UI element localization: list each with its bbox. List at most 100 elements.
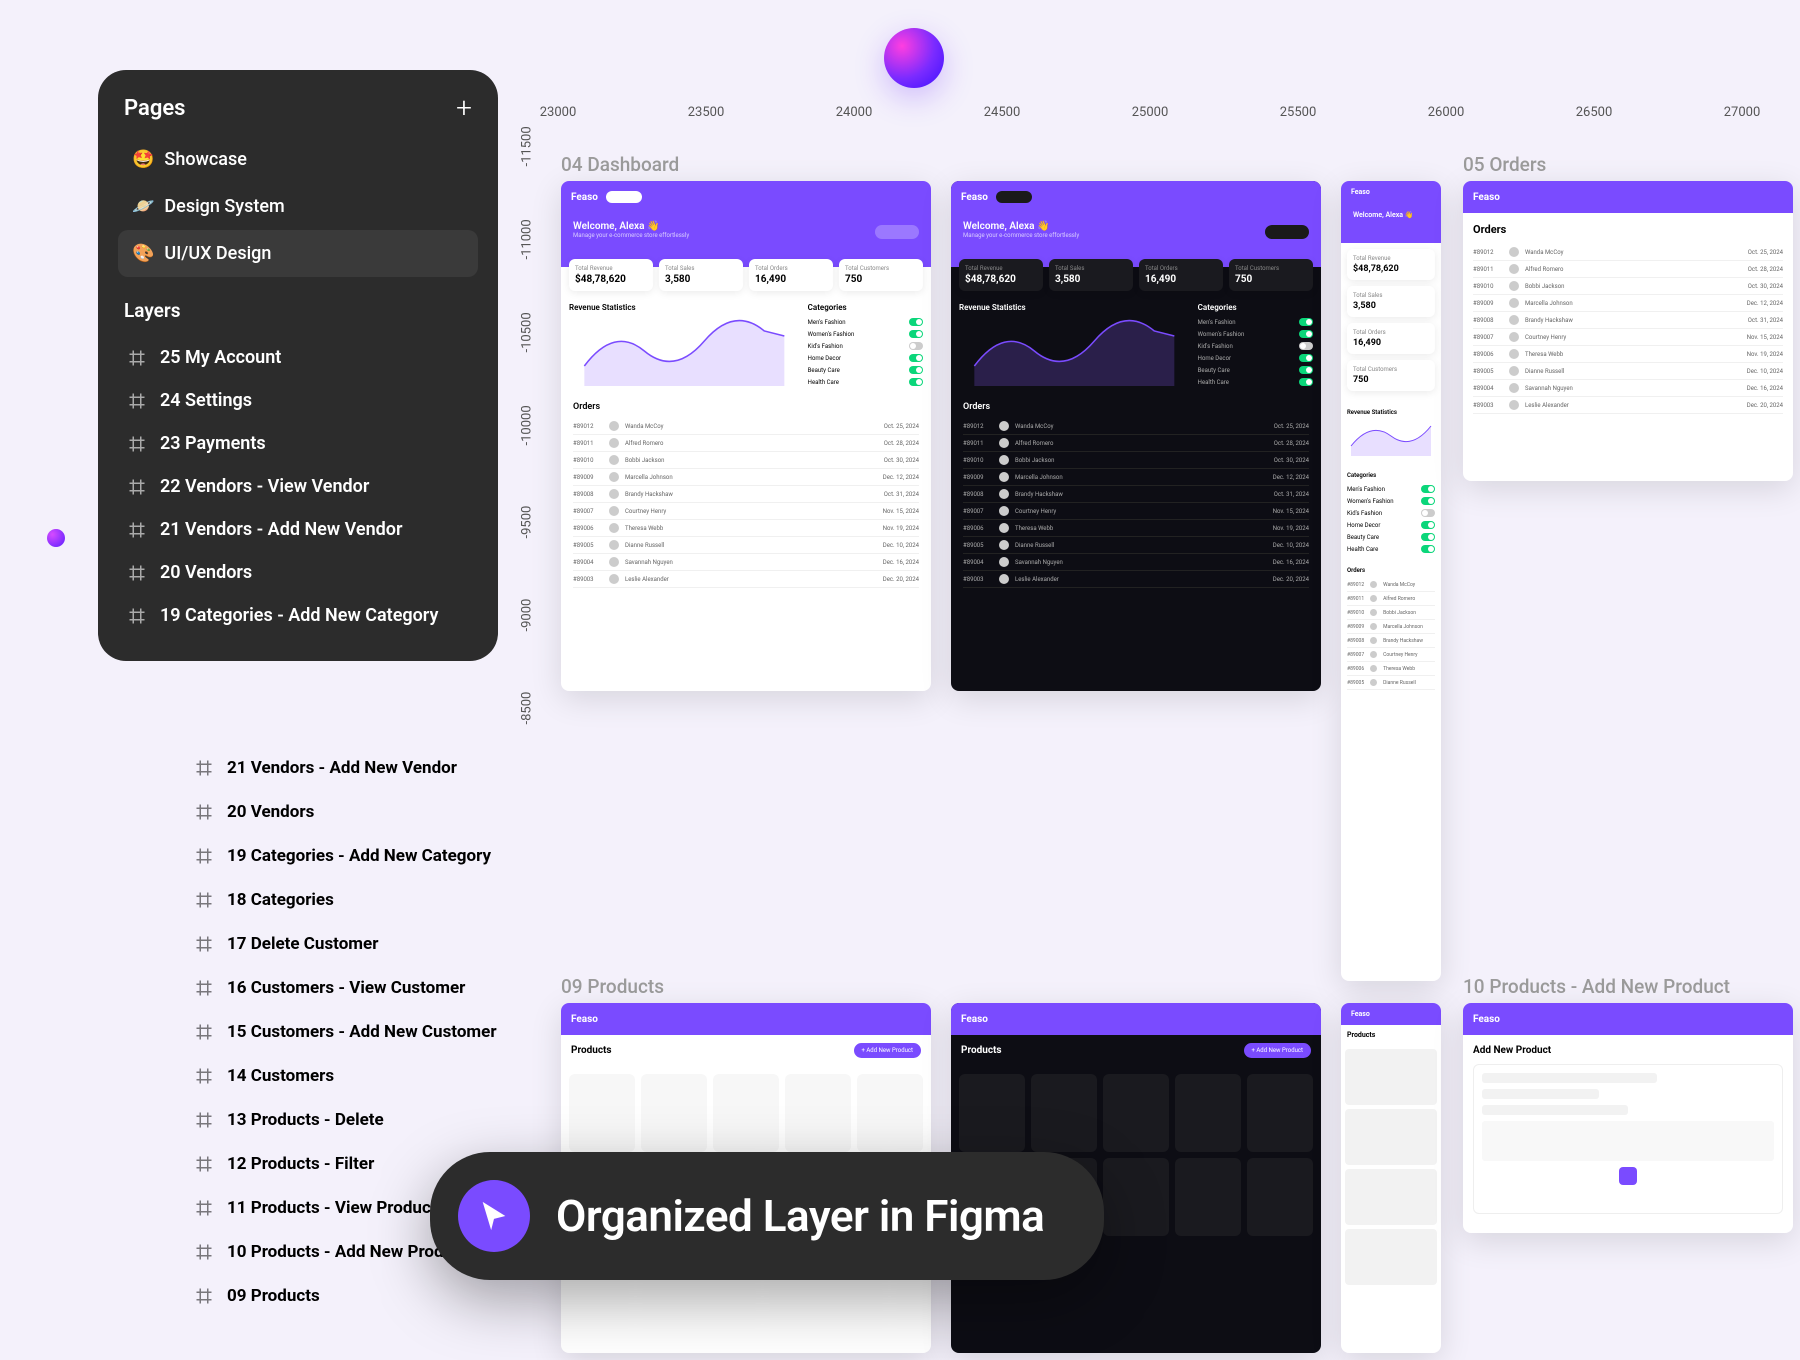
toggle[interactable]: [909, 318, 923, 326]
product-card[interactable]: [713, 1074, 779, 1152]
order-row[interactable]: #89005Dianne Russell: [1347, 676, 1435, 690]
layer-item[interactable]: 20 Vendors: [185, 790, 545, 834]
toggle[interactable]: [909, 378, 923, 386]
order-row[interactable]: #89009Marcella JohnsonDec. 12, 2024: [573, 469, 919, 486]
product-card[interactable]: [1345, 1109, 1437, 1165]
product-card[interactable]: [785, 1074, 851, 1152]
product-card[interactable]: [1345, 1229, 1437, 1285]
page-item-showcase[interactable]: 🤩 Showcase: [118, 136, 478, 183]
order-row[interactable]: #89009Marcella JohnsonDec. 12, 2024: [963, 469, 1309, 486]
product-card[interactable]: [959, 1074, 1025, 1152]
order-row[interactable]: #89003Leslie AlexanderDec. 20, 2024: [573, 571, 919, 588]
layer-item[interactable]: 22 Vendors - View Vendor: [118, 465, 478, 508]
order-row[interactable]: #89003Leslie AlexanderDec. 20, 2024: [963, 571, 1309, 588]
order-row[interactable]: #89011Alfred Romero: [1347, 592, 1435, 606]
product-card[interactable]: [1103, 1074, 1169, 1152]
order-row[interactable]: #89007Courtney HenryNov. 15, 2024: [963, 503, 1309, 520]
toggle[interactable]: [1299, 378, 1313, 386]
order-row[interactable]: #89010Bobbi Jackson: [1347, 606, 1435, 620]
add-product-button[interactable]: + Add New Product: [854, 1043, 922, 1058]
layer-item[interactable]: 20 Vendors: [118, 551, 478, 594]
frame-dashboard-light[interactable]: Feaso Welcome, Alexa 👋 Manage your e-com…: [561, 181, 931, 691]
order-row[interactable]: #89011Alfred RomeroOct. 28, 2024: [963, 435, 1309, 452]
layer-item[interactable]: 16 Customers - View Customer: [185, 966, 545, 1010]
toggle[interactable]: [1299, 330, 1313, 338]
download-button[interactable]: [1265, 225, 1309, 239]
product-card[interactable]: [1175, 1074, 1241, 1152]
order-row[interactable]: #89008Brandy HackshawOct. 31, 2024: [1473, 312, 1783, 329]
order-row[interactable]: #89012Wanda McCoy: [1347, 578, 1435, 592]
frame-products-mobile[interactable]: Feaso Products: [1341, 1003, 1441, 1353]
frame-orders[interactable]: Feaso Orders #89012Wanda McCoyOct. 25, 2…: [1463, 181, 1793, 481]
order-row[interactable]: #89009Marcella JohnsonDec. 12, 2024: [1473, 295, 1783, 312]
toggle[interactable]: [909, 330, 923, 338]
layer-item[interactable]: 19 Categories - Add New Category: [185, 834, 545, 878]
order-row[interactable]: #89008Brandy HackshawOct. 31, 2024: [573, 486, 919, 503]
toggle[interactable]: [909, 354, 923, 362]
layer-item[interactable]: 24 Settings: [118, 379, 478, 422]
order-row[interactable]: #89004Savannah NguyenDec. 16, 2024: [963, 554, 1309, 571]
order-row[interactable]: #89008Brandy Hackshaw: [1347, 634, 1435, 648]
order-row[interactable]: #89006Theresa WebbNov. 19, 2024: [573, 520, 919, 537]
order-row[interactable]: #89006Theresa WebbNov. 19, 2024: [963, 520, 1309, 537]
layer-item[interactable]: 13 Products - Delete: [185, 1098, 545, 1142]
toggle[interactable]: [1421, 545, 1435, 553]
order-row[interactable]: #89004Savannah NguyenDec. 16, 2024: [573, 554, 919, 571]
product-card[interactable]: [1247, 1158, 1313, 1236]
order-row[interactable]: #89008Brandy HackshawOct. 31, 2024: [963, 486, 1309, 503]
toggle[interactable]: [1421, 485, 1435, 493]
layer-item[interactable]: 14 Customers: [185, 1054, 545, 1098]
order-row[interactable]: #89005Dianne RussellDec. 10, 2024: [1473, 363, 1783, 380]
add-product-button[interactable]: + Add New Product: [1244, 1043, 1312, 1058]
frame-dashboard-mobile[interactable]: Feaso Welcome, Alexa 👋 Total Revenue$48,…: [1341, 181, 1441, 981]
order-row[interactable]: #89010Bobbi JacksonOct. 30, 2024: [1473, 278, 1783, 295]
toggle[interactable]: [1421, 509, 1435, 517]
order-row[interactable]: #89004Savannah NguyenDec. 16, 2024: [1473, 380, 1783, 397]
layer-item[interactable]: 23 Payments: [118, 422, 478, 465]
toggle[interactable]: [1299, 354, 1313, 362]
page-item-design-system[interactable]: 🪐 Design System: [118, 183, 478, 230]
layer-item[interactable]: 17 Delete Customer: [185, 922, 545, 966]
layer-item[interactable]: 21 Vendors - Add New Vendor: [118, 508, 478, 551]
layer-item[interactable]: 21 Vendors - Add New Vendor: [185, 746, 545, 790]
order-row[interactable]: #89007Courtney Henry: [1347, 648, 1435, 662]
frame-dashboard-dark[interactable]: Feaso Welcome, Alexa 👋 Manage your e-com…: [951, 181, 1321, 691]
toggle[interactable]: [1421, 497, 1435, 505]
toggle[interactable]: [1421, 533, 1435, 541]
layer-item[interactable]: 09 Products: [185, 1274, 545, 1318]
product-card[interactable]: [1247, 1074, 1313, 1152]
toggle[interactable]: [1421, 521, 1435, 529]
toggle[interactable]: [909, 342, 923, 350]
order-row[interactable]: #89005Dianne RussellDec. 10, 2024: [963, 537, 1309, 554]
product-card[interactable]: [1031, 1074, 1097, 1152]
layer-item[interactable]: 15 Customers - Add New Customer: [185, 1010, 545, 1054]
download-button[interactable]: [875, 225, 919, 239]
product-card[interactable]: [569, 1074, 635, 1152]
order-row[interactable]: #89010Bobbi JacksonOct. 30, 2024: [963, 452, 1309, 469]
toggle[interactable]: [1299, 366, 1313, 374]
toggle[interactable]: [1299, 318, 1313, 326]
layer-item[interactable]: 25 My Account: [118, 336, 478, 379]
order-row[interactable]: #89012Wanda McCoyOct. 25, 2024: [963, 418, 1309, 435]
order-row[interactable]: #89005Dianne RussellDec. 10, 2024: [573, 537, 919, 554]
order-row[interactable]: #89010Bobbi JacksonOct. 30, 2024: [573, 452, 919, 469]
product-card[interactable]: [1103, 1158, 1169, 1236]
order-row[interactable]: #89007Courtney HenryNov. 15, 2024: [1473, 329, 1783, 346]
order-row[interactable]: #89003Leslie AlexanderDec. 20, 2024: [1473, 397, 1783, 414]
toggle[interactable]: [909, 366, 923, 374]
layer-item[interactable]: 18 Categories: [185, 878, 545, 922]
product-card[interactable]: [1345, 1049, 1437, 1105]
product-card[interactable]: [1175, 1158, 1241, 1236]
product-card[interactable]: [1345, 1169, 1437, 1225]
order-row[interactable]: #89006Theresa Webb: [1347, 662, 1435, 676]
page-item-uiux-design[interactable]: 🎨 UI/UX Design: [118, 230, 478, 277]
order-row[interactable]: #89007Courtney HenryNov. 15, 2024: [573, 503, 919, 520]
frame-add-product[interactable]: Feaso Add New Product: [1463, 1003, 1793, 1233]
product-card[interactable]: [857, 1074, 923, 1152]
product-card[interactable]: [641, 1074, 707, 1152]
order-row[interactable]: #89009Marcella Johnson: [1347, 620, 1435, 634]
order-row[interactable]: #89012Wanda McCoyOct. 25, 2024: [1473, 244, 1783, 261]
layer-item[interactable]: 19 Categories - Add New Category: [118, 594, 478, 637]
order-row[interactable]: #89012Wanda McCoyOct. 25, 2024: [573, 418, 919, 435]
order-row[interactable]: #89006Theresa WebbNov. 19, 2024: [1473, 346, 1783, 363]
